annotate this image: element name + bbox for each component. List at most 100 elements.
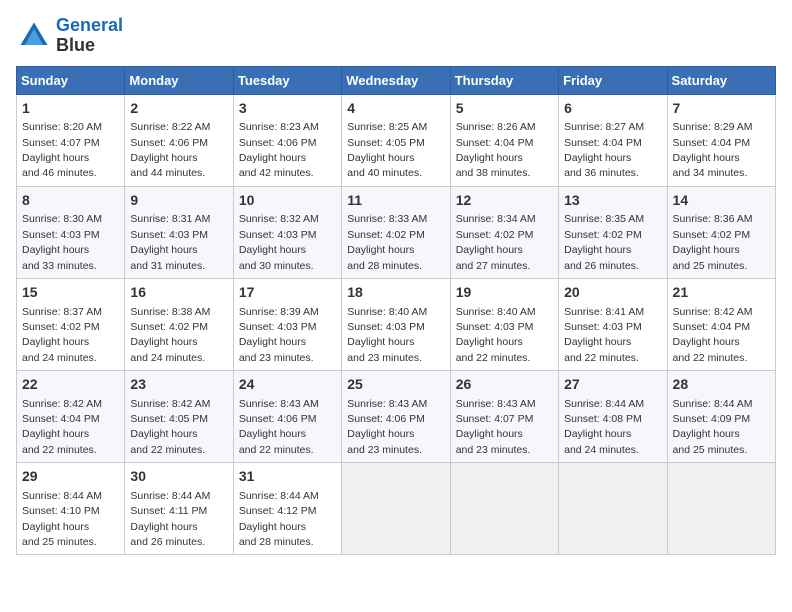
day-number: 3 <box>239 99 336 119</box>
day-info: Sunrise: 8:33 AMSunset: 4:02 PMDaylight … <box>347 213 427 271</box>
day-cell: 27Sunrise: 8:44 AMSunset: 4:08 PMDayligh… <box>559 371 667 463</box>
day-info: Sunrise: 8:26 AMSunset: 4:04 PMDaylight … <box>456 121 536 179</box>
calendar-table: SundayMondayTuesdayWednesdayThursdayFrid… <box>16 66 776 556</box>
day-number: 27 <box>564 375 661 395</box>
day-number: 23 <box>130 375 227 395</box>
day-cell: 31 Sunrise: 8:44 AMSunset: 4:12 PMDayligh… <box>233 463 341 555</box>
day-cell: 21 Sunrise: 8:42 AMSunset: 4:04 PMDayligh… <box>667 278 775 370</box>
day-cell: 5Sunrise: 8:26 AMSunset: 4:04 PMDaylight… <box>450 94 558 186</box>
day-info: Sunrise: 8:29 AMSunset: 4:04 PMDaylight … <box>673 121 753 179</box>
day-info: Sunrise: 8:20 AMSunset: 4:07 PMDaylight … <box>22 121 102 179</box>
day-info: Sunrise: 8:32 AMSunset: 4:03 PMDaylight … <box>239 213 319 271</box>
week-row-1: 1Sunrise: 8:20 AMSunset: 4:07 PMDaylight… <box>17 94 776 186</box>
day-info: Sunrise: 8:42 AMSunset: 4:05 PMDaylight … <box>130 398 210 456</box>
day-info: Sunrise: 8:42 AMSunset: 4:04 PMDaylight … <box>673 306 753 364</box>
day-cell: 16 Sunrise: 8:38 AMSunset: 4:02 PMDayligh… <box>125 278 233 370</box>
day-number: 2 <box>130 99 227 119</box>
logo: General Blue <box>16 16 123 56</box>
day-info: Sunrise: 8:43 AMSunset: 4:07 PMDaylight … <box>456 398 536 456</box>
day-info: Sunrise: 8:44 AMSunset: 4:10 PMDaylight … <box>22 490 102 548</box>
day-number: 4 <box>347 99 444 119</box>
day-number: 8 <box>22 191 119 211</box>
day-cell <box>559 463 667 555</box>
day-number: 29 <box>22 467 119 487</box>
day-info: Sunrise: 8:36 AMSunset: 4:02 PMDaylight … <box>673 213 753 271</box>
week-row-4: 22Sunrise: 8:42 AMSunset: 4:04 PMDayligh… <box>17 371 776 463</box>
day-cell: 18 Sunrise: 8:40 AMSunset: 4:03 PMDayligh… <box>342 278 450 370</box>
day-number: 6 <box>564 99 661 119</box>
day-cell <box>450 463 558 555</box>
day-number: 31 <box>239 467 336 487</box>
day-cell: 4Sunrise: 8:25 AMSunset: 4:05 PMDaylight… <box>342 94 450 186</box>
day-cell: 9Sunrise: 8:31 AMSunset: 4:03 PMDaylight… <box>125 186 233 278</box>
day-cell <box>342 463 450 555</box>
day-number: 14 <box>673 191 770 211</box>
day-cell: 6Sunrise: 8:27 AMSunset: 4:04 PMDaylight… <box>559 94 667 186</box>
day-info: Sunrise: 8:44 AMSunset: 4:12 PMDaylight … <box>239 490 319 548</box>
day-number: 25 <box>347 375 444 395</box>
day-number: 20 <box>564 283 661 303</box>
day-cell: 29 Sunrise: 8:44 AMSunset: 4:10 PMDayligh… <box>17 463 125 555</box>
day-number: 16 <box>130 283 227 303</box>
day-cell: 3Sunrise: 8:23 AMSunset: 4:06 PMDaylight… <box>233 94 341 186</box>
day-number: 18 <box>347 283 444 303</box>
day-number: 1 <box>22 99 119 119</box>
day-info: Sunrise: 8:30 AMSunset: 4:03 PMDaylight … <box>22 213 102 271</box>
day-info: Sunrise: 8:23 AMSunset: 4:06 PMDaylight … <box>239 121 319 179</box>
day-cell: 19 Sunrise: 8:40 AMSunset: 4:03 PMDayligh… <box>450 278 558 370</box>
day-info: Sunrise: 8:40 AMSunset: 4:03 PMDaylight … <box>347 306 427 364</box>
day-info: Sunrise: 8:27 AMSunset: 4:04 PMDaylight … <box>564 121 644 179</box>
day-number: 30 <box>130 467 227 487</box>
day-info: Sunrise: 8:41 AMSunset: 4:03 PMDaylight … <box>564 306 644 364</box>
day-info: Sunrise: 8:31 AMSunset: 4:03 PMDaylight … <box>130 213 210 271</box>
day-info: Sunrise: 8:35 AMSunset: 4:02 PMDaylight … <box>564 213 644 271</box>
weekday-wednesday: Wednesday <box>342 66 450 94</box>
day-cell: 23 Sunrise: 8:42 AMSunset: 4:05 PMDayligh… <box>125 371 233 463</box>
weekday-sunday: Sunday <box>17 66 125 94</box>
day-number: 7 <box>673 99 770 119</box>
day-cell: 15 Sunrise: 8:37 AMSunset: 4:02 PMDayligh… <box>17 278 125 370</box>
day-cell: 14Sunrise: 8:36 AMSunset: 4:02 PMDayligh… <box>667 186 775 278</box>
day-number: 26 <box>456 375 553 395</box>
day-number: 11 <box>347 191 444 211</box>
day-info: Sunrise: 8:40 AMSunset: 4:03 PMDaylight … <box>456 306 536 364</box>
day-info: Sunrise: 8:37 AMSunset: 4:02 PMDaylight … <box>22 306 102 364</box>
day-number: 5 <box>456 99 553 119</box>
day-cell: 28 Sunrise: 8:44 AMSunset: 4:09 PMDayligh… <box>667 371 775 463</box>
day-cell <box>667 463 775 555</box>
day-number: 19 <box>456 283 553 303</box>
day-number: 15 <box>22 283 119 303</box>
weekday-thursday: Thursday <box>450 66 558 94</box>
day-cell: 12Sunrise: 8:34 AMSunset: 4:02 PMDayligh… <box>450 186 558 278</box>
week-row-2: 8Sunrise: 8:30 AMSunset: 4:03 PMDaylight… <box>17 186 776 278</box>
day-number: 13 <box>564 191 661 211</box>
weekday-tuesday: Tuesday <box>233 66 341 94</box>
logo-icon <box>16 18 52 54</box>
day-cell: 22Sunrise: 8:42 AMSunset: 4:04 PMDayligh… <box>17 371 125 463</box>
day-info: Sunrise: 8:44 AMSunset: 4:11 PMDaylight … <box>130 490 210 548</box>
page-header: General Blue <box>16 16 776 56</box>
day-info: Sunrise: 8:42 AMSunset: 4:04 PMDaylight … <box>22 398 102 456</box>
day-info: Sunrise: 8:38 AMSunset: 4:02 PMDaylight … <box>130 306 210 364</box>
weekday-friday: Friday <box>559 66 667 94</box>
day-cell: 25 Sunrise: 8:43 AMSunset: 4:06 PMDayligh… <box>342 371 450 463</box>
day-info: Sunrise: 8:34 AMSunset: 4:02 PMDaylight … <box>456 213 536 271</box>
day-info: Sunrise: 8:43 AMSunset: 4:06 PMDaylight … <box>347 398 427 456</box>
day-number: 24 <box>239 375 336 395</box>
day-cell: 24 Sunrise: 8:43 AMSunset: 4:06 PMDayligh… <box>233 371 341 463</box>
weekday-monday: Monday <box>125 66 233 94</box>
day-cell: 20 Sunrise: 8:41 AMSunset: 4:03 PMDayligh… <box>559 278 667 370</box>
day-info: Sunrise: 8:39 AMSunset: 4:03 PMDaylight … <box>239 306 319 364</box>
day-cell: 26 Sunrise: 8:43 AMSunset: 4:07 PMDayligh… <box>450 371 558 463</box>
day-info: Sunrise: 8:25 AMSunset: 4:05 PMDaylight … <box>347 121 427 179</box>
day-cell: 1Sunrise: 8:20 AMSunset: 4:07 PMDaylight… <box>17 94 125 186</box>
day-number: 21 <box>673 283 770 303</box>
week-row-5: 29 Sunrise: 8:44 AMSunset: 4:10 PMDayligh… <box>17 463 776 555</box>
day-cell: 8Sunrise: 8:30 AMSunset: 4:03 PMDaylight… <box>17 186 125 278</box>
day-number: 28 <box>673 375 770 395</box>
day-info: Sunrise: 8:44 AMSunset: 4:09 PMDaylight … <box>673 398 753 456</box>
weekday-header-row: SundayMondayTuesdayWednesdayThursdayFrid… <box>17 66 776 94</box>
day-info: Sunrise: 8:43 AMSunset: 4:06 PMDaylight … <box>239 398 319 456</box>
day-info: Sunrise: 8:22 AMSunset: 4:06 PMDaylight … <box>130 121 210 179</box>
day-cell: 10Sunrise: 8:32 AMSunset: 4:03 PMDayligh… <box>233 186 341 278</box>
